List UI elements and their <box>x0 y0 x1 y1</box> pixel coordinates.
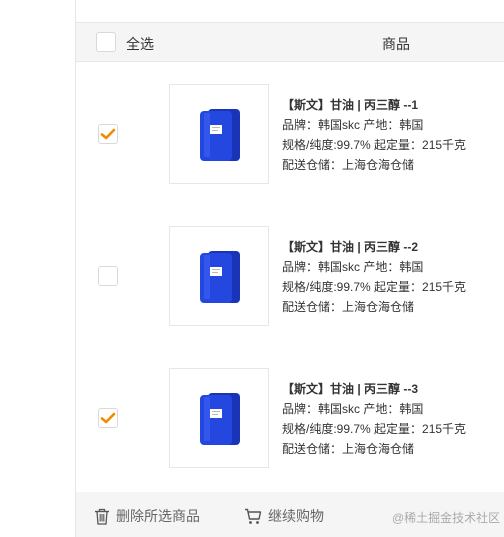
cart-header: 全选 商品 <box>76 22 504 62</box>
product-brand: 品牌：韩国skc 产地：韩国 <box>282 260 424 274</box>
product-column-header: 商品 <box>382 36 410 52</box>
select-all-checkbox[interactable] <box>96 32 116 52</box>
product-warehouse: 配送仓储：上海仓海仓储 <box>282 300 415 314</box>
product-info: 【斯文】甘油 | 丙三醇 --2 品牌：韩国skc 产地：韩国 规格/纯度:99… <box>282 237 504 317</box>
cart-item: 【斯文】甘油 | 丙三醇 --2 品牌：韩国skc 产地：韩国 规格/纯度:99… <box>76 226 504 366</box>
checkmark-icon <box>100 128 116 140</box>
product-info: 【斯文】甘油 | 丙三醇 --3 品牌：韩国skc 产地：韩国 规格/纯度:99… <box>282 379 504 459</box>
cart-item: 【斯文】甘油 | 丙三醇 --3 品牌：韩国skc 产地：韩国 规格/纯度:99… <box>76 368 504 508</box>
product-brand: 品牌：韩国skc 产地：韩国 <box>282 118 424 132</box>
product-spec: 规格/纯度:99.7% 起定量：215千克 <box>282 138 467 152</box>
cart-icon <box>245 508 262 524</box>
chemical-drum-icon <box>200 393 240 445</box>
left-gutter <box>0 0 76 537</box>
watermark: @稀土掘金技术社区 <box>392 511 501 525</box>
product-image[interactable] <box>169 368 269 468</box>
item-checkbox[interactable] <box>98 124 118 144</box>
product-brand: 品牌：韩国skc 产地：韩国 <box>282 402 424 416</box>
item-checkbox[interactable] <box>98 408 118 428</box>
product-spec: 规格/纯度:99.7% 起定量：215千克 <box>282 280 467 294</box>
chemical-drum-icon <box>200 251 240 303</box>
cart-item: 【斯文】甘油 | 丙三醇 --1 品牌：韩国skc 产地：韩国 规格/纯度:99… <box>76 84 504 224</box>
delete-selected-button[interactable]: 删除所选商品 <box>94 506 200 526</box>
product-info: 【斯文】甘油 | 丙三醇 --1 品牌：韩国skc 产地：韩国 规格/纯度:99… <box>282 95 504 175</box>
product-warehouse: 配送仓储：上海仓海仓储 <box>282 442 415 456</box>
trash-icon <box>95 508 109 525</box>
continue-shopping-label: 继续购物 <box>268 508 324 524</box>
product-title[interactable]: 【斯文】甘油 | 丙三醇 --2 <box>282 237 504 257</box>
chemical-drum-icon <box>200 109 240 161</box>
top-strip <box>76 0 504 22</box>
product-warehouse: 配送仓储：上海仓海仓储 <box>282 158 415 172</box>
item-checkbox[interactable] <box>98 266 118 286</box>
product-title[interactable]: 【斯文】甘油 | 丙三醇 --1 <box>282 95 504 115</box>
delete-selected-label: 删除所选商品 <box>116 508 200 524</box>
cart-footer: 删除所选商品 继续购物 @稀土掘金技术社区 <box>76 492 504 537</box>
product-image[interactable] <box>169 84 269 184</box>
checkmark-icon <box>100 412 116 424</box>
product-image[interactable] <box>169 226 269 326</box>
continue-shopping-button[interactable]: 继续购物 <box>244 506 324 526</box>
product-spec: 规格/纯度:99.7% 起定量：215千克 <box>282 422 467 436</box>
select-all-label: 全选 <box>126 36 154 52</box>
product-title[interactable]: 【斯文】甘油 | 丙三醇 --3 <box>282 379 504 399</box>
